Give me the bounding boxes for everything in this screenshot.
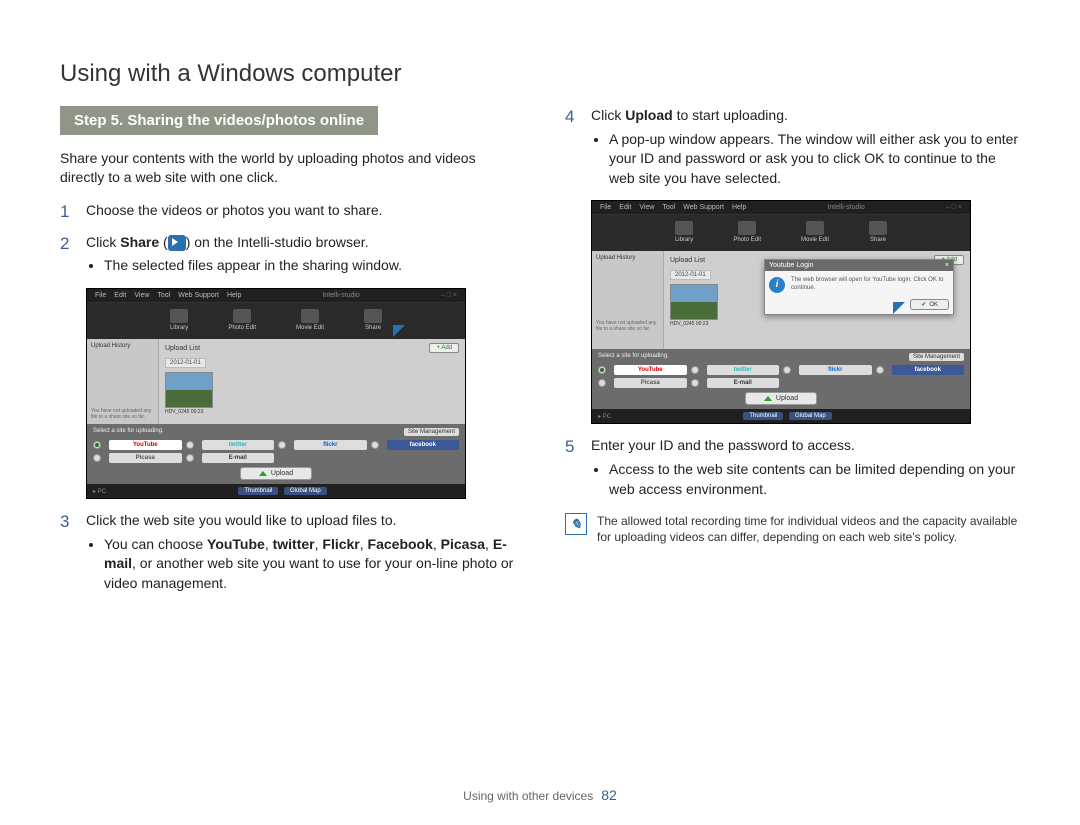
step-4-text: Click Upload to start uploading. A pop-u… <box>591 106 1020 190</box>
step-4-bullet: A pop-up window appears. The window will… <box>609 130 1020 189</box>
nav-library[interactable]: Library <box>170 309 188 331</box>
upload-button[interactable]: Upload <box>240 467 312 480</box>
footer-globalmap-button[interactable]: Global Map <box>284 487 327 495</box>
site-picasa[interactable]: Picasa <box>614 378 687 388</box>
nav-share[interactable]: Share <box>364 309 382 331</box>
ok-button[interactable]: ✔OK <box>910 299 949 310</box>
site-picasa[interactable]: Picasa <box>109 453 182 463</box>
select-site-label: Select a site for uploading. <box>598 353 669 361</box>
page-footer: Using with other devices82 <box>0 787 1080 803</box>
add-button[interactable]: + Add <box>429 343 459 353</box>
nav-movie-edit[interactable]: Movie Edit <box>296 309 324 331</box>
dialog-title: Youtube Login <box>769 262 814 269</box>
date-chip[interactable]: 2012-01-01 <box>670 270 711 280</box>
note-text: The allowed total recording time for ind… <box>597 513 1020 545</box>
step-number: 2 <box>60 233 74 278</box>
step-number: 4 <box>565 106 579 190</box>
nav-library[interactable]: Library <box>675 221 693 243</box>
nav-share[interactable]: Share <box>869 221 887 243</box>
cursor-icon <box>893 302 905 314</box>
close-icon[interactable]: × <box>945 262 949 269</box>
youtube-login-dialog: Youtube Login × i The web browser will o… <box>764 259 954 315</box>
radio-youtube[interactable] <box>93 441 101 449</box>
intelli-studio-screenshot-share: File Edit View Tool Web Support Help Int… <box>86 288 466 499</box>
site-flickr[interactable]: flickr <box>799 365 872 375</box>
dialog-message: The web browser will open for YouTube lo… <box>791 277 949 291</box>
step-2-text: Click Share () on the Intelli-studio bro… <box>86 233 402 278</box>
date-chip[interactable]: 2012-01-01 <box>165 358 206 368</box>
nav-movie-edit[interactable]: Movie Edit <box>801 221 829 243</box>
video-thumbnail[interactable]: HDV_0245 00:23 <box>165 372 213 415</box>
nav-photo-edit[interactable]: Photo Edit <box>228 309 256 331</box>
site-facebook[interactable]: facebook <box>387 440 460 450</box>
site-facebook[interactable]: facebook <box>892 365 965 375</box>
step-3-bullet: You can choose YouTube, twitter, Flickr,… <box>104 535 515 594</box>
radio-facebook[interactable] <box>371 441 379 449</box>
upload-arrow-icon <box>259 471 267 476</box>
site-youtube[interactable]: YouTube <box>614 365 687 375</box>
nav-photo-edit[interactable]: Photo Edit <box>733 221 761 243</box>
radio-facebook[interactable] <box>876 366 884 374</box>
side-note: You have not uploaded any file to a shar… <box>596 321 659 332</box>
upload-button[interactable]: Upload <box>745 392 817 405</box>
upload-arrow-icon <box>764 396 772 401</box>
step-2-bullet: The selected files appear in the sharing… <box>104 256 402 276</box>
site-flickr[interactable]: flickr <box>294 440 367 450</box>
step-5-bullet: Access to the web site contents can be l… <box>609 460 1020 499</box>
step-1-text: Choose the videos or photos you want to … <box>86 201 383 223</box>
cursor-icon <box>393 325 405 337</box>
radio-email[interactable] <box>691 379 699 387</box>
step-number: 5 <box>565 436 579 501</box>
radio-flickr[interactable] <box>783 366 791 374</box>
upload-list-label: Upload List <box>670 257 705 264</box>
site-email[interactable]: E-mail <box>707 378 780 388</box>
step-3-text: Click the web site you would like to upl… <box>86 511 515 595</box>
upload-history-label: Upload History <box>596 255 659 261</box>
footer-globalmap-button[interactable]: Global Map <box>789 412 832 420</box>
radio-picasa[interactable] <box>598 379 606 387</box>
step-number: 1 <box>60 201 74 223</box>
step-5-text: Enter your ID and the password to access… <box>591 436 1020 501</box>
note-block: ✎ The allowed total recording time for i… <box>565 513 1020 545</box>
upload-history-label: Upload History <box>91 343 154 349</box>
site-management-button[interactable]: Site Management <box>909 353 964 361</box>
intelli-studio-screenshot-login: File Edit View Tool Web Support Help Int… <box>591 200 971 424</box>
footer-thumbnail-button[interactable]: Thumbnail <box>238 487 278 495</box>
intro-text: Share your contents with the world by up… <box>60 149 515 187</box>
site-email[interactable]: E-mail <box>202 453 275 463</box>
note-icon: ✎ <box>565 513 587 535</box>
radio-flickr[interactable] <box>278 441 286 449</box>
right-column: 4 Click Upload to start uploading. A pop… <box>565 106 1020 605</box>
side-note: You have not uploaded any file to a shar… <box>91 409 154 420</box>
site-twitter[interactable]: twitter <box>707 365 780 375</box>
radio-email[interactable] <box>186 454 194 462</box>
left-column: Step 5. Sharing the videos/photos online… <box>60 106 515 605</box>
step-header: Step 5. Sharing the videos/photos online <box>60 106 378 135</box>
info-icon: i <box>769 277 785 293</box>
radio-youtube[interactable] <box>598 366 606 374</box>
radio-twitter[interactable] <box>691 366 699 374</box>
site-youtube[interactable]: YouTube <box>109 440 182 450</box>
video-thumbnail[interactable]: HDV_0245 00:23 <box>670 284 718 327</box>
upload-list-label: Upload List <box>165 345 200 352</box>
radio-picasa[interactable] <box>93 454 101 462</box>
page-number: 82 <box>601 787 617 803</box>
step-number: 3 <box>60 511 74 595</box>
site-management-button[interactable]: Site Management <box>404 428 459 436</box>
radio-twitter[interactable] <box>186 441 194 449</box>
site-twitter[interactable]: twitter <box>202 440 275 450</box>
select-site-label: Select a site for uploading. <box>93 428 164 436</box>
footer-thumbnail-button[interactable]: Thumbnail <box>743 412 783 420</box>
share-icon <box>168 235 186 251</box>
page-title: Using with a Windows computer <box>60 60 1020 88</box>
